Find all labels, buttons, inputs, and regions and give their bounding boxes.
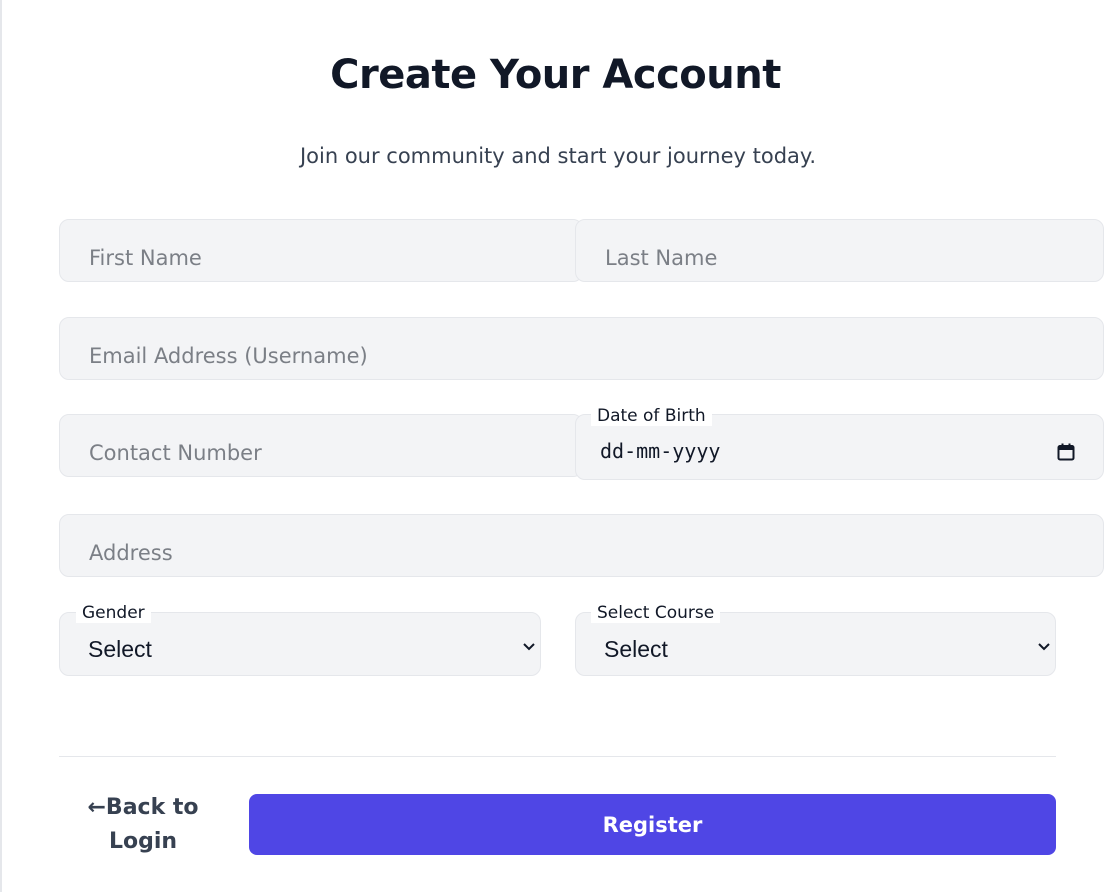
chevron-down-icon: [523, 643, 535, 651]
address-input[interactable]: [59, 514, 1104, 577]
gender-selected-value: Select: [88, 636, 152, 662]
gender-label: Gender: [76, 603, 151, 623]
back-to-login-text: Back to: [105, 795, 199, 820]
form-divider: [59, 756, 1056, 757]
last-name-input[interactable]: [575, 219, 1104, 282]
page-subtitle: Join our community and start your journe…: [299, 144, 817, 168]
email-input[interactable]: [59, 317, 1104, 380]
back-to-login-link[interactable]: ←Back to Login: [76, 791, 210, 859]
back-to-login-line2: Login: [108, 829, 178, 854]
chevron-down-icon: [1038, 643, 1050, 651]
register-button[interactable]: Register: [249, 794, 1056, 855]
course-label: Select Course: [591, 603, 721, 623]
contact-number-input[interactable]: [59, 414, 583, 477]
page-title: Create Your Account: [330, 52, 781, 98]
page-left-border: [0, 0, 2, 892]
calendar-icon[interactable]: [1057, 443, 1075, 461]
back-to-login-line1: ←Back to: [76, 791, 210, 825]
date-of-birth-label: Date of Birth: [591, 406, 712, 426]
date-of-birth-value: dd-mm-yyyy: [600, 439, 721, 463]
course-selected-value: Select: [604, 636, 668, 662]
back-arrow-icon: ←: [87, 795, 106, 820]
first-name-input[interactable]: [59, 219, 583, 282]
